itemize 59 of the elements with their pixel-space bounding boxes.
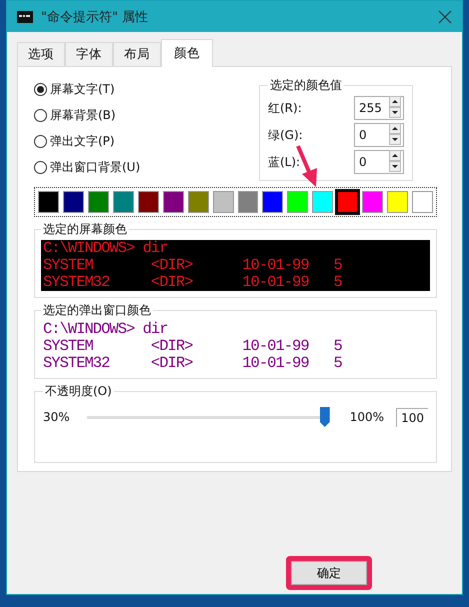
color-swatch[interactable] bbox=[412, 191, 433, 213]
color-swatch[interactable] bbox=[337, 191, 358, 213]
min-label: 30% bbox=[43, 410, 70, 424]
color-swatch[interactable] bbox=[138, 191, 159, 213]
radio-label: 弹出文字(P) bbox=[50, 133, 115, 150]
radio-circle[interactable] bbox=[34, 83, 47, 96]
preview-line: SYSTEM32 <DIR> 10-01-99 5 bbox=[43, 355, 343, 372]
radio-label: 屏幕背景(B) bbox=[50, 107, 116, 124]
group-title: 选定的弹出窗口颜色 bbox=[42, 302, 152, 319]
tab[interactable]: 颜色 bbox=[161, 39, 213, 67]
radio-circle[interactable] bbox=[34, 161, 47, 174]
window-title: "命令提示符" 属性 bbox=[41, 8, 150, 26]
tab[interactable]: 布局 bbox=[113, 42, 161, 66]
color-swatch[interactable] bbox=[162, 191, 184, 213]
radio-circle[interactable] bbox=[34, 109, 47, 122]
spin-arrows-icon[interactable] bbox=[389, 122, 401, 144]
color-swatch[interactable] bbox=[387, 191, 408, 213]
spin-arrows-icon[interactable] bbox=[389, 96, 401, 118]
max-label: 100% bbox=[350, 410, 384, 424]
radio-option[interactable]: 屏幕背景(B) bbox=[34, 107, 140, 124]
color-swatch[interactable] bbox=[287, 191, 308, 213]
spin-field[interactable]: 255 bbox=[354, 96, 404, 120]
radio-option[interactable]: 弹出窗口背景(U) bbox=[34, 159, 140, 176]
tab[interactable]: 字体 bbox=[65, 42, 113, 66]
color-swatch[interactable] bbox=[112, 191, 134, 213]
radio-option[interactable]: 弹出文字(P) bbox=[34, 133, 140, 150]
color-swatch[interactable] bbox=[362, 191, 384, 213]
tab[interactable]: 选项 bbox=[17, 42, 65, 66]
color-swatch[interactable] bbox=[238, 191, 258, 213]
slider-thumb[interactable] bbox=[320, 407, 330, 427]
preview-line: SYSTEM32 <DIR> 10-01-99 5 bbox=[43, 274, 343, 291]
spin-field[interactable]: 0 bbox=[354, 150, 404, 174]
field-label: 绿(G): bbox=[268, 126, 303, 144]
radio-circle[interactable] bbox=[34, 135, 47, 148]
preview-line: SYSTEM <DIR> 10-01-99 5 bbox=[43, 257, 343, 274]
preview-line: C:\WINDOWS> dir bbox=[43, 321, 169, 338]
ok-button[interactable]: 确定 bbox=[291, 561, 367, 585]
preview-line: SYSTEM <DIR> 10-01-99 5 bbox=[43, 338, 343, 355]
color-swatch[interactable] bbox=[188, 191, 209, 213]
radio-label: 弹出窗口背景(U) bbox=[50, 159, 140, 176]
field-label: 红(R): bbox=[268, 100, 302, 116]
spin-field[interactable]: 0 bbox=[354, 123, 404, 147]
radio-option[interactable]: 屏幕文字(T) bbox=[34, 81, 140, 98]
preview-line: C:\WINDOWS> dir bbox=[43, 240, 169, 257]
color-swatch[interactable] bbox=[262, 191, 284, 213]
color-swatch[interactable] bbox=[38, 191, 59, 213]
console-icon bbox=[17, 10, 33, 22]
color-swatch[interactable] bbox=[312, 191, 334, 213]
field-label: 蓝(L): bbox=[268, 154, 300, 170]
group-title: 不透明度(O) bbox=[44, 383, 113, 400]
color-swatch[interactable] bbox=[88, 191, 109, 213]
color-swatch[interactable] bbox=[212, 191, 234, 213]
opacity-value: 100 bbox=[396, 408, 428, 426]
group-title: 选定的颜色值 bbox=[269, 77, 343, 94]
radio-label: 屏幕文字(T) bbox=[50, 81, 115, 98]
spin-arrows-icon[interactable] bbox=[389, 150, 401, 172]
color-swatch[interactable] bbox=[62, 191, 84, 213]
group-title: 选定的屏幕颜色 bbox=[42, 221, 128, 238]
close-icon[interactable] bbox=[438, 10, 452, 24]
